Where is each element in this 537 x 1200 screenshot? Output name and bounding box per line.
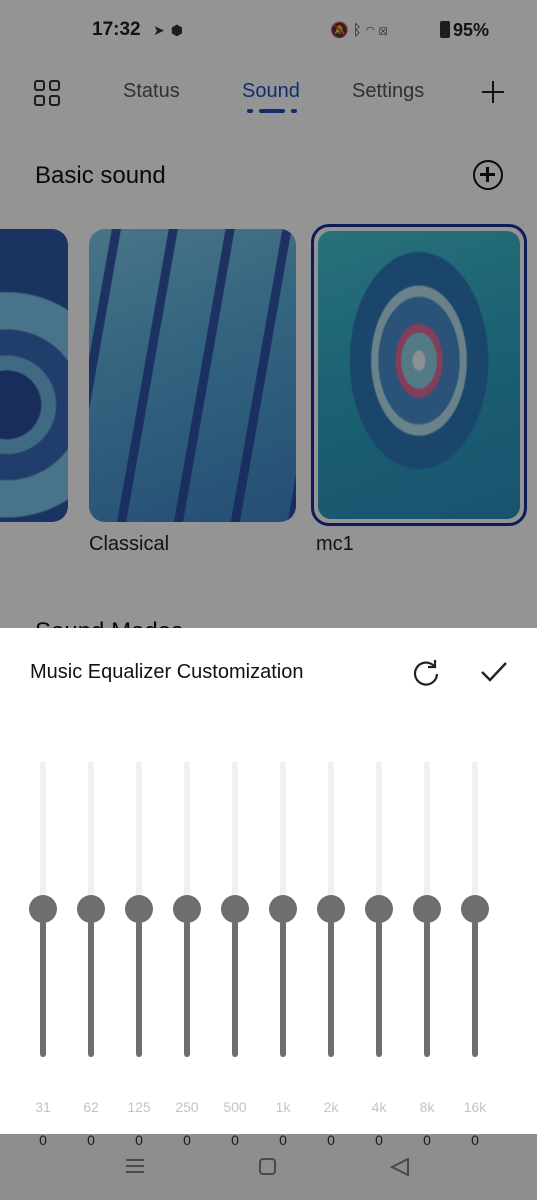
eq-slider-thumb[interactable] — [413, 895, 441, 923]
eq-slider-thumb[interactable] — [77, 895, 105, 923]
eq-slider-thumb[interactable] — [461, 895, 489, 923]
eq-slider-thumb[interactable] — [29, 895, 57, 923]
eq-band-slider[interactable]: 8k — [403, 628, 451, 1134]
eq-slider-thumb[interactable] — [365, 895, 393, 923]
eq-band-slider[interactable]: 500 — [211, 628, 259, 1134]
eq-band-slider[interactable]: 4k — [355, 628, 403, 1134]
eq-slider-fill — [280, 909, 286, 1057]
eq-slider-thumb[interactable] — [173, 895, 201, 923]
eq-slider-fill — [424, 909, 430, 1057]
eq-slider-thumb[interactable] — [221, 895, 249, 923]
eq-slider-fill — [232, 909, 238, 1057]
eq-slider-fill — [184, 909, 190, 1057]
back-icon[interactable] — [390, 1158, 410, 1176]
eq-slider-thumb[interactable] — [125, 895, 153, 923]
eq-band-slider[interactable]: 31 — [19, 628, 67, 1134]
home-icon[interactable] — [259, 1158, 276, 1175]
eq-slider-fill — [40, 909, 46, 1057]
recent-apps-icon[interactable] — [126, 1159, 144, 1173]
eq-gain-label: 0 — [471, 1132, 479, 1148]
eq-slider-fill — [376, 909, 382, 1057]
eq-frequency-label: 16k — [463, 1099, 487, 1115]
eq-band-slider[interactable]: 62 — [67, 628, 115, 1134]
eq-slider-fill — [472, 909, 478, 1057]
eq-slider-thumb[interactable] — [317, 895, 345, 923]
eq-slider-thumb[interactable] — [269, 895, 297, 923]
eq-band-slider[interactable]: 1k — [259, 628, 307, 1134]
eq-slider-fill — [328, 909, 334, 1057]
eq-slider-fill — [136, 909, 142, 1057]
equalizer-sheet: Music Equalizer Customization 31 62 125 250… — [0, 628, 537, 1134]
eq-band-slider[interactable]: 250 — [163, 628, 211, 1134]
eq-band-slider[interactable]: 125 — [115, 628, 163, 1134]
eq-band-slider[interactable]: 2k — [307, 628, 355, 1134]
eq-slider-fill — [88, 909, 94, 1057]
eq-band-slider[interactable]: 16k — [451, 628, 499, 1134]
